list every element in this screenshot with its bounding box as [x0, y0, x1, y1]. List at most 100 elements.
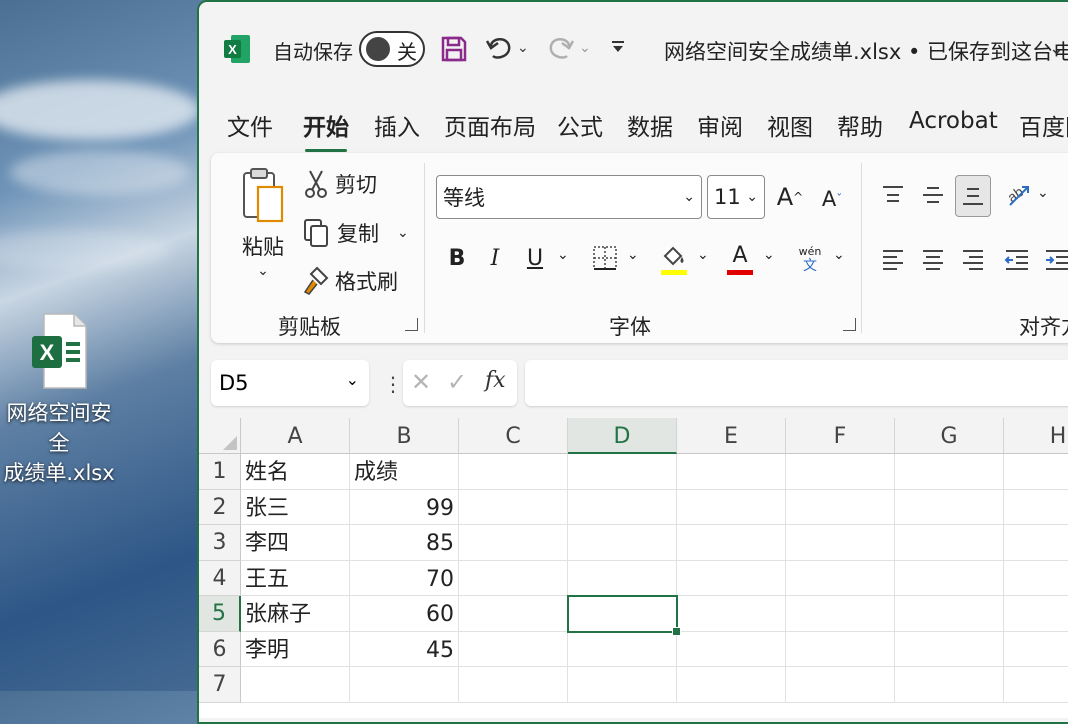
align-center-button[interactable] — [919, 243, 947, 275]
bold-button[interactable]: B — [445, 241, 469, 275]
cell-c5[interactable] — [459, 596, 568, 632]
customize-toolbar-icon[interactable] — [611, 40, 625, 54]
tab-page-layout[interactable]: 页面布局 — [444, 108, 536, 142]
desktop-file-icon[interactable]: X 网络空间安全 成绩单.xlsx — [0, 312, 118, 488]
select-all-corner[interactable] — [199, 418, 241, 454]
cell-b3[interactable]: 85 — [350, 525, 459, 561]
cell-g2[interactable] — [895, 489, 1004, 525]
row-header[interactable]: 7 — [199, 667, 241, 703]
cell-f4[interactable] — [786, 560, 895, 596]
font-color-dropdown-icon[interactable]: ⌄ — [763, 247, 775, 263]
cell-d4[interactable] — [568, 560, 677, 596]
cell-e5[interactable] — [677, 596, 786, 632]
font-name-combo[interactable]: 等线 ⌄ — [436, 175, 702, 219]
cell-h1[interactable] — [1004, 454, 1068, 490]
cell-g1[interactable] — [895, 454, 1004, 490]
more-options-icon[interactable]: ⋮ — [383, 372, 403, 396]
column-header-f[interactable]: F — [786, 418, 895, 454]
middle-align-button[interactable] — [919, 179, 947, 211]
cell-a1[interactable]: 姓名 — [241, 454, 350, 490]
increase-font-size-button[interactable]: A ^ — [775, 179, 805, 215]
undo-dropdown-icon[interactable]: ⌄ — [517, 40, 529, 56]
tab-home[interactable]: 开始 — [303, 108, 349, 152]
tab-view[interactable]: 视图 — [767, 108, 813, 142]
cell-f1[interactable] — [786, 454, 895, 490]
cell-e4[interactable] — [677, 560, 786, 596]
row-header[interactable]: 2 — [199, 489, 241, 525]
column-header-b[interactable]: B — [350, 418, 459, 454]
column-header-d[interactable]: D — [568, 418, 677, 454]
save-icon[interactable] — [440, 35, 468, 63]
column-header-a[interactable]: A — [241, 418, 350, 454]
cell-b4[interactable]: 70 — [350, 560, 459, 596]
cell-e7[interactable] — [677, 667, 786, 703]
cell-h3[interactable] — [1004, 525, 1068, 561]
cell-b2[interactable]: 99 — [350, 489, 459, 525]
cell-g7[interactable] — [895, 667, 1004, 703]
phonetic-guide-button[interactable]: wén 文 — [795, 241, 825, 277]
cell-a4[interactable]: 王五 — [241, 560, 350, 596]
cell-f5[interactable] — [786, 596, 895, 632]
tab-formulas[interactable]: 公式 — [557, 108, 603, 142]
align-right-button[interactable] — [959, 243, 987, 275]
cell-g6[interactable] — [895, 631, 1004, 667]
italic-button[interactable]: I — [483, 241, 507, 275]
bottom-align-button[interactable] — [955, 175, 991, 217]
cell-b5[interactable]: 60 — [350, 596, 459, 632]
cell-e1[interactable] — [677, 454, 786, 490]
increase-indent-button[interactable] — [1043, 243, 1068, 275]
cell-h5[interactable] — [1004, 596, 1068, 632]
insert-function-button[interactable]: fx — [485, 368, 506, 393]
tab-insert[interactable]: 插入 — [374, 108, 420, 142]
formula-input[interactable] — [525, 360, 1068, 406]
copy-dropdown-icon[interactable]: ⌄ — [397, 225, 409, 241]
font-color-button[interactable]: A — [725, 239, 755, 279]
cell-h4[interactable] — [1004, 561, 1068, 596]
cell-e2[interactable] — [677, 489, 786, 525]
cell-c3[interactable] — [459, 525, 568, 561]
cell-a2[interactable]: 张三 — [241, 489, 350, 525]
tab-file[interactable]: 文件 — [227, 108, 273, 142]
cell-a5[interactable]: 张麻子 — [241, 596, 350, 632]
underline-button[interactable]: U — [523, 241, 547, 275]
font-size-combo[interactable]: 11 ⌄ — [707, 175, 765, 219]
row-header[interactable]: 5 — [199, 596, 241, 632]
cell-c2[interactable] — [459, 489, 568, 525]
tab-acrobat[interactable]: Acrobat — [909, 108, 998, 134]
column-header-h[interactable]: H — [1004, 418, 1068, 454]
row-header[interactable]: 6 — [199, 631, 241, 667]
cell-a7[interactable] — [241, 667, 350, 703]
row-header[interactable]: 1 — [199, 454, 241, 490]
cell-d1[interactable] — [568, 454, 677, 490]
cell-e6[interactable] — [677, 631, 786, 667]
undo-icon[interactable] — [485, 32, 515, 64]
paste-button[interactable]: 粘贴 ⌄ — [237, 167, 289, 287]
cell-b1[interactable]: 成绩 — [350, 454, 459, 490]
column-header-e[interactable]: E — [677, 418, 786, 454]
tab-help[interactable]: 帮助 — [837, 108, 883, 142]
copy-button[interactable]: 复制 ⌄ — [303, 215, 409, 251]
tab-review[interactable]: 审阅 — [697, 108, 743, 142]
cell-h2[interactable] — [1004, 490, 1068, 525]
cell-f6[interactable] — [786, 631, 895, 667]
clipboard-dialog-launcher[interactable] — [405, 318, 418, 331]
orientation-dropdown-icon[interactable]: ⌄ — [1037, 185, 1049, 201]
cell-g3[interactable] — [895, 525, 1004, 561]
cell-a3[interactable]: 李四 — [241, 525, 350, 561]
column-header-g[interactable]: G — [895, 418, 1004, 454]
cell-f3[interactable] — [786, 525, 895, 561]
cell-c4[interactable] — [459, 560, 568, 596]
cell-f7[interactable] — [786, 667, 895, 703]
fill-color-dropdown-icon[interactable]: ⌄ — [697, 247, 709, 263]
top-align-button[interactable] — [879, 179, 907, 211]
cell-d5[interactable] — [568, 596, 677, 632]
cell-d3[interactable] — [568, 525, 677, 561]
cell-c7[interactable] — [459, 667, 568, 703]
cell-c1[interactable] — [459, 454, 568, 490]
cell-d2[interactable] — [568, 489, 677, 525]
cut-button[interactable]: 剪切 — [305, 167, 377, 201]
cell-b7[interactable] — [350, 667, 459, 703]
tab-baidu[interactable]: 百度网 — [1019, 108, 1068, 142]
phonetic-dropdown-icon[interactable]: ⌄ — [833, 247, 845, 263]
borders-button[interactable] — [589, 241, 621, 275]
